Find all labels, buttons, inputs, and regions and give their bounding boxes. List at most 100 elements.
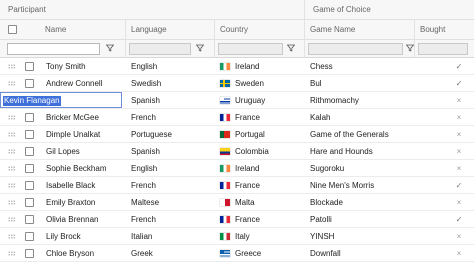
check-icon[interactable]: ✓ — [414, 58, 474, 75]
row-select-checkbox[interactable] — [25, 130, 34, 139]
row-select-checkbox[interactable] — [25, 181, 34, 190]
drag-handle-icon[interactable] — [8, 200, 16, 205]
cell-country[interactable]: France — [214, 177, 304, 194]
cell-language[interactable]: Portuguese — [125, 126, 214, 143]
cell-name[interactable]: Olivia Brennan — [40, 211, 125, 228]
drag-handle-icon[interactable] — [8, 81, 16, 86]
cross-icon[interactable]: × — [414, 92, 474, 109]
name-filter-input[interactable] — [7, 43, 100, 55]
table-row[interactable]: Swedish Sweden Bul ✓ Andrew Connell — [0, 75, 474, 92]
column-header-country[interactable]: Country — [214, 20, 304, 40]
check-icon[interactable]: ✓ — [414, 211, 474, 228]
cell-name[interactable]: Isabelle Black — [40, 177, 125, 194]
table-row[interactable]: Spanish Colombia Hare and Hounds × Gil Lopes — [0, 143, 474, 160]
group-participant[interactable]: Participant — [0, 0, 304, 20]
column-header-bought[interactable]: Bought — [414, 20, 474, 40]
cell-country[interactable]: Italy — [214, 228, 304, 245]
row-select-checkbox[interactable] — [25, 147, 34, 156]
cell-name[interactable]: Kevin Flanagan — [0, 92, 124, 109]
table-row[interactable]: Portuguese Portugal Game of the Generals × D… — [0, 126, 474, 143]
row-select-checkbox[interactable] — [25, 249, 34, 258]
funnel-icon[interactable] — [195, 43, 205, 55]
table-row[interactable]: French France Patolli ✓ Olivia Brennan — [0, 211, 474, 228]
column-header-language[interactable]: Language — [125, 20, 214, 40]
drag-handle-icon[interactable] — [8, 132, 16, 137]
cell-game-name[interactable]: Blockade — [304, 194, 414, 211]
cross-icon[interactable]: × — [414, 143, 474, 160]
cell-name[interactable]: Sophie Beckham — [40, 160, 125, 177]
cross-icon[interactable]: × — [414, 126, 474, 143]
row-select-checkbox[interactable] — [25, 62, 34, 71]
cell-country[interactable]: Ireland — [214, 58, 304, 75]
drag-handle-icon[interactable] — [8, 64, 16, 69]
cell-language[interactable]: French — [125, 211, 214, 228]
cell-game-name[interactable]: Chess — [304, 58, 414, 75]
cell-language[interactable]: English — [125, 160, 214, 177]
cell-game-name[interactable]: Downfall — [304, 245, 414, 262]
cell-game-name[interactable]: Bul — [304, 75, 414, 92]
select-all-checkbox[interactable] — [8, 25, 17, 34]
cell-country[interactable]: Portugal — [214, 126, 304, 143]
cell-language[interactable]: French — [125, 109, 214, 126]
cell-name[interactable]: Tony Smith — [40, 58, 125, 75]
cross-icon[interactable]: × — [414, 245, 474, 262]
cell-language[interactable]: French — [125, 177, 214, 194]
table-row[interactable]: Italian Italy YINSH × Lily Brock — [0, 228, 474, 245]
cross-icon[interactable]: × — [414, 194, 474, 211]
table-row[interactable]: French France Kalah × Bricker McGee — [0, 109, 474, 126]
table-row[interactable]: Maltese Malta Blockade × Emily Braxton — [0, 194, 474, 211]
check-icon[interactable]: ✓ — [414, 75, 474, 92]
cell-country[interactable]: Uruguay — [214, 92, 304, 109]
cell-game-name[interactable]: Kalah — [304, 109, 414, 126]
table-row[interactable]: English Ireland Chess ✓ Tony Smith — [0, 58, 474, 75]
cell-language[interactable]: Greek — [125, 245, 214, 262]
row-select-checkbox[interactable] — [25, 164, 34, 173]
row-select-checkbox[interactable] — [25, 215, 34, 224]
drag-handle-icon[interactable] — [8, 115, 16, 120]
cell-language[interactable]: Spanish — [125, 143, 214, 160]
cross-icon[interactable]: × — [414, 160, 474, 177]
cell-name[interactable]: Andrew Connell — [40, 75, 125, 92]
cell-country[interactable]: France — [214, 109, 304, 126]
row-select-checkbox[interactable] — [25, 232, 34, 241]
table-row[interactable]: English Ireland Sugoroku × Sophie Beckham — [0, 160, 474, 177]
cell-name[interactable]: Lily Brock — [40, 228, 125, 245]
cell-language[interactable]: English — [125, 58, 214, 75]
drag-handle-icon[interactable] — [8, 217, 16, 222]
cell-name[interactable]: Dimple Unalkat — [40, 126, 125, 143]
cell-game-name[interactable]: Nine Men's Morris — [304, 177, 414, 194]
funnel-icon[interactable] — [105, 43, 115, 55]
cross-icon[interactable]: × — [414, 109, 474, 126]
row-select-checkbox[interactable] — [25, 198, 34, 207]
column-header-game-name[interactable]: Game Name — [304, 20, 414, 40]
table-row[interactable]: Spanish Uruguay Rithmomachy × Kevin Flanagan — [0, 92, 474, 109]
cell-game-name[interactable]: Sugoroku — [304, 160, 414, 177]
cell-language[interactable]: Maltese — [125, 194, 214, 211]
cross-icon[interactable]: × — [414, 228, 474, 245]
drag-handle-icon[interactable] — [8, 149, 16, 154]
cell-country[interactable]: Sweden — [214, 75, 304, 92]
check-icon[interactable]: ✓ — [414, 177, 474, 194]
cell-language[interactable]: Swedish — [125, 75, 214, 92]
row-select-checkbox[interactable] — [25, 113, 34, 122]
cell-language[interactable]: Italian — [125, 228, 214, 245]
column-header-name[interactable]: Name — [22, 20, 125, 40]
drag-handle-icon[interactable] — [8, 166, 16, 171]
group-game-of-choice[interactable]: Game of Choice — [304, 0, 474, 20]
cell-game-name[interactable]: Hare and Hounds — [304, 143, 414, 160]
cell-name[interactable]: Gil Lopes — [40, 143, 125, 160]
cell-name[interactable]: Emily Braxton — [40, 194, 125, 211]
cell-country[interactable]: Malta — [214, 194, 304, 211]
table-row[interactable]: French France Nine Men's Morris ✓ Isabelle B… — [0, 177, 474, 194]
row-select-checkbox[interactable] — [25, 79, 34, 88]
name-edit-input[interactable]: Kevin Flanagan — [0, 92, 122, 108]
cell-language[interactable]: Spanish — [125, 92, 214, 109]
cell-country[interactable]: Ireland — [214, 160, 304, 177]
drag-handle-icon[interactable] — [8, 234, 16, 239]
cell-game-name[interactable]: Patolli — [304, 211, 414, 228]
cell-country[interactable]: Colombia — [214, 143, 304, 160]
funnel-icon[interactable] — [286, 43, 296, 55]
cell-country[interactable]: France — [214, 211, 304, 228]
cell-name[interactable]: Bricker McGee — [40, 109, 125, 126]
drag-handle-icon[interactable] — [8, 251, 16, 256]
